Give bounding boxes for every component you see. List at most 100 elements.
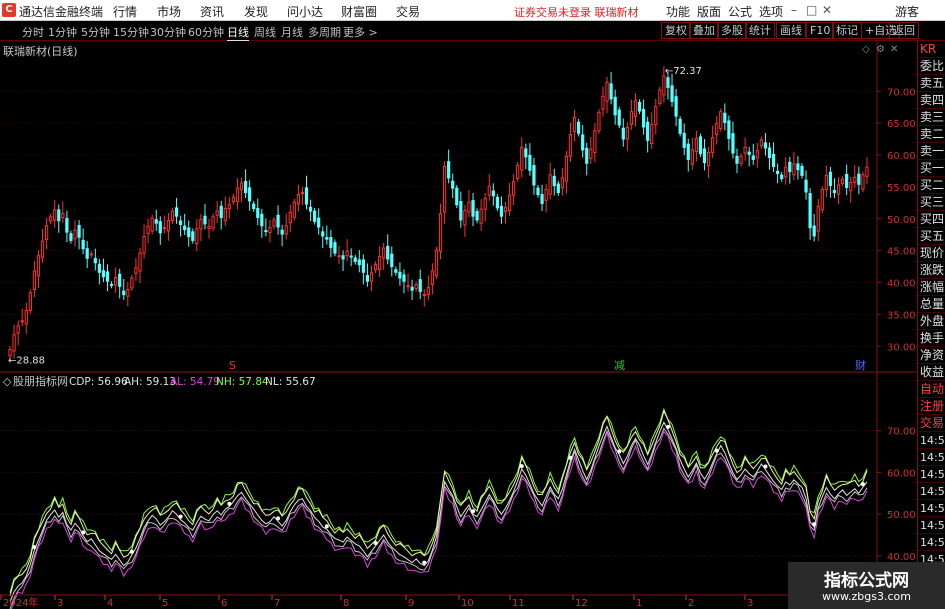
date-label-6: 8 <box>343 598 349 609</box>
candle-body-100 <box>414 283 418 290</box>
candle-body-106 <box>438 213 443 253</box>
candle-body-68 <box>284 225 288 235</box>
cdp-dot-198 <box>812 522 817 527</box>
candle-body-194 <box>796 163 800 171</box>
sidebar-field-15[interactable]: 外盘 <box>918 313 945 330</box>
menu-item-function[interactable]: 功能 <box>666 3 690 20</box>
sidebar-time-5[interactable]: 14:56 <box>918 517 945 534</box>
candle-body-203 <box>832 189 837 194</box>
indicator-axis-label-2: 50.00 <box>887 510 916 521</box>
candle-body-86 <box>357 259 361 266</box>
sidebar-field-5[interactable]: 卖一 <box>918 143 945 160</box>
sidebar-field-7[interactable]: 买二 <box>918 177 945 194</box>
adjust-button[interactable]: 复权 <box>661 22 691 39</box>
period-intraday[interactable]: 分时 <box>22 24 44 40</box>
indicator-chart[interactable]: ◇ 股朋指标网 CDP: 56.96AH: 59.13AL: 54.79NH: 57… <box>0 373 917 609</box>
candle-body-172 <box>706 151 711 167</box>
menu-item-discover[interactable]: 发现 <box>244 3 268 20</box>
draw-line-button[interactable]: 画线 <box>776 22 806 39</box>
pane-gear-icon[interactable]: ⚙ <box>876 44 885 55</box>
candle-body-133 <box>548 174 552 195</box>
sidebar-time-0[interactable]: 14:56 <box>918 432 945 449</box>
overlay-button[interactable]: 叠加 <box>689 22 719 39</box>
candle-body-97 <box>402 274 406 282</box>
period-15min[interactable]: 15分钟 <box>113 24 149 40</box>
sidebar-field-9[interactable]: 买四 <box>918 211 945 228</box>
price-axis-label-3: 55.00 <box>887 183 916 194</box>
candle-body-28 <box>122 290 126 296</box>
pane-close-icon[interactable]: ✕ <box>890 44 898 55</box>
sidebar-field-10[interactable]: 买五 <box>918 228 945 245</box>
indicator-axis-label-1: 60.00 <box>887 468 916 479</box>
candle-body-131 <box>540 194 544 204</box>
sidebar-field-16[interactable]: 换手 <box>918 330 945 347</box>
sidebar-tab-0[interactable]: 自动 <box>918 381 945 398</box>
sidebar-field-14[interactable]: 总量 <box>918 296 945 313</box>
period-multi[interactable]: 多周期 <box>308 24 341 40</box>
sidebar-time-4[interactable]: 14:56 <box>918 500 945 517</box>
sidebar-field-2[interactable]: 卖四 <box>918 92 945 109</box>
menu-item-wealth[interactable]: 财富圈 <box>341 3 377 20</box>
menu-item-news[interactable]: 资讯 <box>200 3 224 20</box>
stats-button[interactable]: 统计 <box>745 22 775 39</box>
guest-label[interactable]: 游客 <box>895 3 919 20</box>
candle-body-175 <box>719 111 723 130</box>
sidebar-tab-1[interactable]: 注册 <box>918 398 945 415</box>
f10-button[interactable]: F10 <box>806 22 835 39</box>
cdp-dot-150 <box>617 449 622 454</box>
period-weekly[interactable]: 周线 <box>254 24 276 40</box>
sidebar-badge[interactable]: KR <box>918 41 945 58</box>
period-5min[interactable]: 5分钟 <box>81 24 110 40</box>
menu-item-options[interactable]: 选项 <box>759 3 783 20</box>
sidebar-field-0[interactable]: 委比 <box>918 58 945 75</box>
candle-body-9 <box>44 225 49 240</box>
period-1min[interactable]: 1分钟 <box>48 24 77 40</box>
menu-item-trade[interactable]: 交易 <box>396 3 420 20</box>
candle-body-169 <box>694 137 699 152</box>
period-more[interactable]: 更多 > <box>343 24 378 40</box>
sidebar-tab-2[interactable]: 交易 <box>918 415 945 432</box>
period-monthly[interactable]: 月线 <box>281 24 303 40</box>
candle-body-163 <box>670 85 674 102</box>
menu-item-hq[interactable]: 行情 <box>113 3 137 20</box>
candle-body-134 <box>552 175 556 187</box>
pane-diamond-icon[interactable]: ◇ <box>862 44 870 55</box>
candle-body-50 <box>211 216 215 229</box>
sidebar-field-8[interactable]: 买三 <box>918 194 945 211</box>
minimize-button[interactable]: – <box>791 3 797 17</box>
back-button[interactable]: 返回 <box>889 22 919 39</box>
period-30min[interactable]: 30分钟 <box>150 24 186 40</box>
sidebar-time-2[interactable]: 14:56 <box>918 466 945 483</box>
cdp-dot-210 <box>860 482 865 487</box>
sidebar-field-18[interactable]: 收益 <box>918 364 945 381</box>
sidebar-field-17[interactable]: 净资 <box>918 347 945 364</box>
candle-body-39 <box>166 220 171 232</box>
sidebar-field-11[interactable]: 现价 <box>918 245 945 262</box>
sidebar-field-1[interactable]: 卖五 <box>918 75 945 92</box>
sidebar-field-12[interactable]: 涨跌 <box>918 262 945 279</box>
menu-item-layout[interactable]: 版面 <box>697 3 721 20</box>
sidebar-field-6[interactable]: 买一 <box>918 160 945 177</box>
menu-item-assistant[interactable]: 问小达 <box>287 3 323 20</box>
mark-button[interactable]: 标记 <box>832 22 862 39</box>
sidebar-time-3[interactable]: 14:56 <box>918 483 945 500</box>
menu-item-market[interactable]: 市场 <box>157 3 181 20</box>
maximize-button[interactable]: □ <box>806 3 817 17</box>
price-chart[interactable]: 70.00 65.00 60.00 55.00 50.00 45.00 40.00 35.00… <box>0 41 917 373</box>
sidebar-time-1[interactable]: 14:56 <box>918 449 945 466</box>
sidebar-time-6[interactable]: 14:56 <box>918 534 945 551</box>
period-60min[interactable]: 60分钟 <box>188 24 224 40</box>
multi-stock-button[interactable]: 多股 <box>717 22 747 39</box>
candle-body-64 <box>268 227 272 233</box>
close-button[interactable]: ✕ <box>822 3 832 17</box>
candle-body-208 <box>853 176 857 183</box>
period-daily[interactable]: 日线 <box>227 24 249 41</box>
candle-body-30 <box>130 277 134 289</box>
sidebar-field-3[interactable]: 卖三 <box>918 109 945 126</box>
candle-body-153 <box>629 111 634 125</box>
login-notice[interactable]: 证券交易未登录 联瑞新材 <box>514 4 639 20</box>
sidebar-field-4[interactable]: 卖二 <box>918 126 945 143</box>
menu-item-formula[interactable]: 公式 <box>728 3 752 20</box>
sidebar-field-13[interactable]: 涨幅 <box>918 279 945 296</box>
candle-body-31 <box>134 267 138 274</box>
